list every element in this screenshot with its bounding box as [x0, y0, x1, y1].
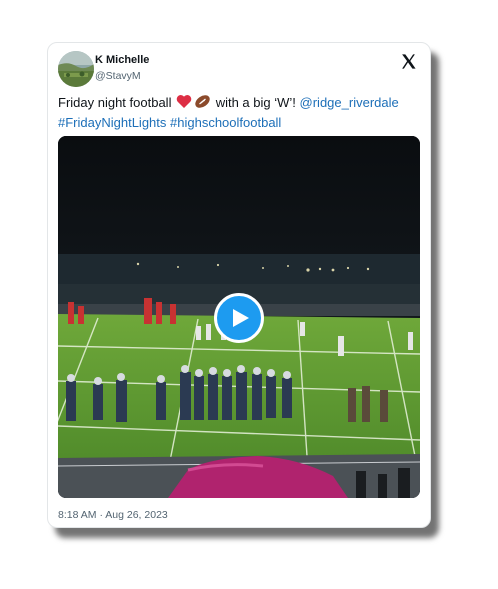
- avatar-image: [58, 51, 94, 87]
- author-name[interactable]: K Michelle: [95, 54, 149, 66]
- tweet-text: Friday night football with a big ‘W’! @r…: [58, 94, 428, 132]
- play-button[interactable]: [214, 293, 264, 343]
- tweet-text-part1: Friday night football: [58, 95, 172, 110]
- tweet-text-part2: with a big ‘W’!: [215, 95, 296, 110]
- tweet-timestamp[interactable]: 8:18 AM · Aug 26, 2023: [58, 509, 168, 521]
- play-icon: [233, 309, 249, 327]
- x-logo-icon[interactable]: [400, 53, 417, 70]
- author-handle[interactable]: @StavyM: [95, 70, 141, 82]
- video-player[interactable]: [58, 136, 420, 498]
- mention-link[interactable]: @ridge_riverdale: [300, 95, 399, 110]
- hashtag-link-friday-night-lights[interactable]: #FridayNightLights: [58, 115, 166, 130]
- red-heart-icon: [176, 94, 192, 114]
- american-football-icon: [194, 94, 211, 114]
- hashtag-link-highschoolfootball[interactable]: #highschoolfootball: [170, 115, 281, 130]
- avatar[interactable]: [58, 51, 94, 87]
- tweet-card[interactable]: K Michelle @StavyM Friday night football…: [47, 42, 431, 528]
